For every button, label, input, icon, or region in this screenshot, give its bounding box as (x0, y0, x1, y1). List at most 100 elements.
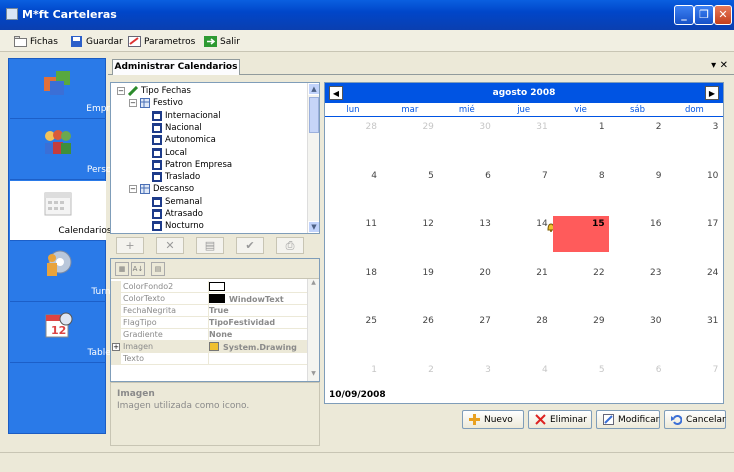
calendar-day[interactable]: 20 (439, 265, 495, 313)
nav-calendarios[interactable]: Calendarios y Fechas (10, 181, 154, 241)
property-row[interactable]: + Imagen System.Drawing (111, 341, 307, 353)
minimize-button[interactable]: _ (674, 5, 694, 25)
property-row[interactable]: FechaNegrita True (111, 305, 307, 317)
property-row[interactable]: ColorTexto WindowText (111, 293, 307, 305)
calendar-day[interactable]: 10 (666, 168, 722, 216)
tree-node[interactable]: − Festivo (129, 97, 183, 109)
nav-tableros[interactable]: 12 Tableros (10, 303, 124, 363)
calendar-day[interactable]: 28 (325, 119, 381, 167)
calendar-day[interactable]: 11 (325, 216, 381, 264)
calendar-day[interactable]: 22 (553, 265, 609, 313)
tree-node[interactable]: Atrasado (141, 208, 203, 220)
tree-scrollbar[interactable]: ▲ ▼ (307, 83, 319, 233)
new-button[interactable]: Nuevo (462, 410, 524, 429)
menu-fichas[interactable]: Fichas (14, 34, 58, 49)
property-row[interactable]: Texto (111, 353, 307, 365)
tree-node[interactable]: − Tipo Fechas (117, 85, 191, 97)
calendar-day[interactable]: 30 (439, 119, 495, 167)
nav-personal[interactable]: Personal (10, 120, 125, 180)
nav-empresa[interactable]: Empresa (10, 59, 126, 119)
tree-node[interactable]: Patron Empresa (141, 159, 232, 171)
restore-button[interactable]: ❐ (694, 5, 714, 25)
calendar-day[interactable]: 2 (610, 119, 666, 167)
next-month-button[interactable]: ▶ (705, 86, 719, 100)
property-scrollbar[interactable]: ▲ ▼ (307, 279, 319, 381)
tree-node[interactable]: Nocturno (141, 220, 204, 232)
property-row[interactable]: FlagTipo TipoFestividad (111, 317, 307, 329)
calendar-day[interactable]: 16 (610, 216, 666, 264)
calendar-day[interactable]: 5 (553, 362, 609, 410)
property-pages-icon[interactable]: ▤ (151, 262, 165, 276)
prop-scroll-up-icon[interactable]: ▲ (308, 279, 319, 290)
modify-button[interactable]: Modificar (596, 410, 660, 429)
calendar-day[interactable]: 4 (496, 362, 552, 410)
delete-node-button[interactable]: ✕ (156, 237, 184, 254)
calendar-day[interactable]: 29 (553, 313, 609, 361)
delete-button[interactable]: Eliminar (528, 410, 592, 429)
tab-administrar-calendarios[interactable]: Administrar Calendarios (112, 59, 240, 75)
prop-scroll-down-icon[interactable]: ▼ (308, 370, 319, 381)
add-node-button[interactable]: + (116, 237, 144, 254)
month-calendar[interactable]: ◀ agosto 2008 ▶ lun mar mié jue vie sáb dom 28… (324, 82, 724, 404)
previous-month-button[interactable]: ◀ (329, 86, 343, 100)
tree-node[interactable]: Autonomica (141, 134, 216, 146)
scroll-down-icon[interactable]: ▼ (308, 221, 319, 233)
calendar-day[interactable]: 8 (553, 168, 609, 216)
tab-options-icon[interactable]: ▾ ✕ (711, 60, 728, 71)
calendar-day[interactable]: 21 (496, 265, 552, 313)
calendar-day[interactable]: 18 (325, 265, 381, 313)
accept-node-button[interactable]: ✔ (236, 237, 264, 254)
today-date[interactable]: 10/09/2008 (329, 390, 386, 400)
calendar-day[interactable]: 2 (382, 362, 438, 410)
calendar-day[interactable]: 6 (439, 168, 495, 216)
tree-node[interactable]: − Descanso (129, 183, 194, 195)
calendar-day[interactable]: 6 (610, 362, 666, 410)
calendar-day[interactable]: 31 (496, 119, 552, 167)
calendar-day[interactable]: 1 (325, 362, 381, 410)
calendar-day[interactable]: 5 (382, 168, 438, 216)
collapse-icon[interactable]: − (129, 185, 137, 194)
scroll-thumb[interactable] (309, 97, 319, 133)
alphabetical-icon[interactable]: A↓ (131, 262, 145, 276)
calendar-day[interactable]: 23 (610, 265, 666, 313)
menu-guardar[interactable]: Guardar (70, 34, 123, 49)
tree-node[interactable]: Traslado (141, 171, 200, 183)
calendar-day[interactable]: 12 (382, 216, 438, 264)
calendar-day[interactable]: 29 (382, 119, 438, 167)
expand-icon[interactable]: + (112, 343, 120, 351)
calendar-day[interactable]: 30 (610, 313, 666, 361)
calendar-day[interactable]: 15 (552, 216, 609, 252)
tree-node[interactable]: Local (141, 147, 187, 159)
scroll-up-icon[interactable]: ▲ (308, 83, 319, 95)
calendar-day[interactable]: 3 (439, 362, 495, 410)
property-row[interactable]: ColorFondo2 (111, 281, 307, 293)
menu-parametros[interactable]: Parametros (128, 34, 195, 49)
menu-salir[interactable]: Salir (204, 34, 240, 49)
property-row[interactable]: Gradiente None (111, 329, 307, 341)
calendar-day[interactable]: 9 (610, 168, 666, 216)
calendar-day[interactable]: 7 (666, 362, 722, 410)
calendar-day[interactable]: 27 (439, 313, 495, 361)
tree-node[interactable]: Internacional (141, 110, 221, 122)
tree-node[interactable]: Semanal (141, 196, 202, 208)
calendar-day[interactable]: 24 (666, 265, 722, 313)
calendar-day[interactable]: 26 (382, 313, 438, 361)
calendar-day[interactable]: 31 (666, 313, 722, 361)
calendar-day[interactable]: 3 (666, 119, 722, 167)
collapse-icon[interactable]: − (129, 99, 137, 108)
calendar-day[interactable]: 14 (496, 216, 555, 264)
close-button[interactable]: ✕ (714, 5, 732, 25)
categorized-icon[interactable]: ▦ (115, 262, 129, 276)
collapse-icon[interactable]: − (117, 87, 125, 95)
cancel-button[interactable]: Cancelar (664, 410, 726, 429)
nav-turnos[interactable]: Turnos (10, 242, 121, 302)
calendar-day[interactable]: 7 (496, 168, 552, 216)
tree-node[interactable]: Nacional (141, 122, 202, 134)
calendar-day[interactable]: 1 (553, 119, 609, 167)
properties-node-button[interactable]: ⎙ (276, 237, 304, 254)
calendar-day[interactable]: 4 (325, 168, 381, 216)
edit-node-button[interactable]: ▤ (196, 237, 224, 254)
calendar-day[interactable]: 25 (325, 313, 381, 361)
calendar-day[interactable]: 13 (439, 216, 495, 264)
calendar-day[interactable]: 17 (666, 216, 722, 264)
